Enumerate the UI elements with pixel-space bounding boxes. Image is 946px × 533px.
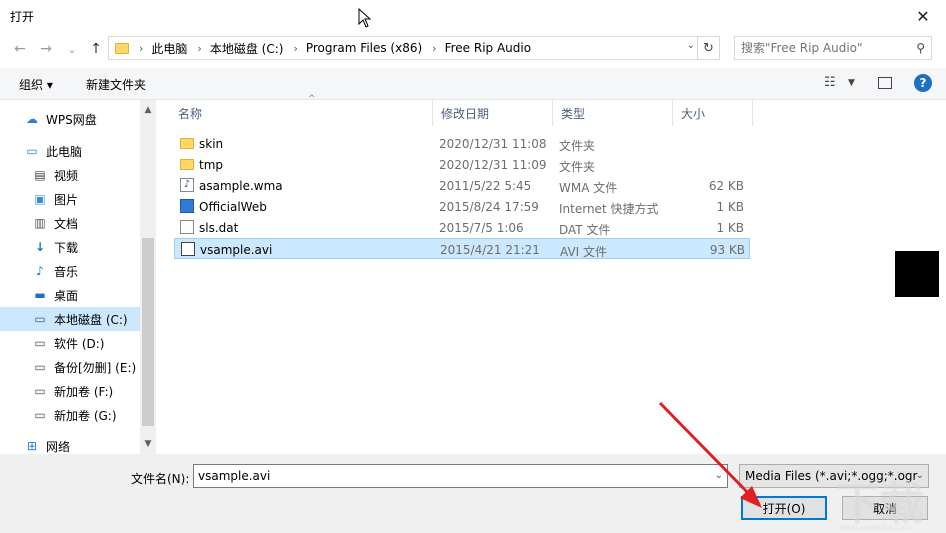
- recent-locations-button[interactable]: ⌄: [62, 39, 82, 59]
- music-icon: ♪: [36, 264, 44, 278]
- breadcrumb-item[interactable]: 此电脑: [151, 40, 187, 57]
- sidebar-item-wps[interactable]: ☁ WPS网盘: [0, 107, 140, 131]
- documents-folder-icon: ▥: [34, 216, 46, 230]
- scroll-up-icon[interactable]: ▲: [140, 102, 156, 118]
- scrollbar-thumb[interactable]: [142, 238, 154, 426]
- pictures-folder-icon: ▣: [34, 192, 46, 206]
- file-icon: [180, 220, 194, 234]
- help-icon[interactable]: ?: [914, 74, 932, 92]
- preview-pane-icon[interactable]: [878, 77, 892, 89]
- video-file-icon: [181, 242, 195, 256]
- column-header-type[interactable]: 类型: [553, 100, 673, 126]
- music-file-icon: ♪: [180, 178, 194, 192]
- sidebar-item-documents[interactable]: ▥ 文档: [0, 211, 140, 235]
- video-folder-icon: ▤: [34, 168, 46, 182]
- drive-icon: ▭: [34, 408, 46, 422]
- desktop-icon: ▬: [34, 288, 46, 302]
- sidebar-item-music[interactable]: ♪ 音乐: [0, 259, 140, 283]
- folder-icon: [180, 159, 194, 170]
- breadcrumb-item[interactable]: Free Rip Audio: [445, 41, 532, 55]
- sidebar-item-drive-d[interactable]: ▭ 软件 (D:): [0, 331, 140, 355]
- breadcrumb-item[interactable]: 本地磁盘 (C:): [210, 40, 284, 57]
- open-button[interactable]: 打开(O): [741, 496, 827, 520]
- file-row-tmp[interactable]: tmp 2020/12/31 11:09 文件夹: [174, 154, 750, 175]
- file-row-sls[interactable]: sls.dat 2015/7/5 1:06 DAT 文件 1 KB: [174, 217, 750, 238]
- sidebar-item-drive-f[interactable]: ▭ 新加卷 (F:): [0, 379, 140, 403]
- computer-icon: ▭: [26, 144, 38, 158]
- drive-icon: ▭: [34, 336, 46, 350]
- back-button[interactable]: ←: [10, 39, 30, 59]
- scroll-down-icon[interactable]: ▼: [140, 436, 156, 452]
- title-bar: 打开 ✕: [0, 0, 946, 32]
- window-title: 打开: [10, 10, 35, 24]
- open-file-dialog: 打开 ✕ ← → ⌄ ↑ › 此电脑 › 本地磁盘 (C:) › Program…: [0, 0, 946, 533]
- watermark-logo: 下载 www.xiazaiba.com: [836, 479, 924, 532]
- address-bar[interactable]: › 此电脑 › 本地磁盘 (C:) › Program Files (x86) …: [108, 36, 720, 60]
- column-header-date[interactable]: 修改日期: [433, 100, 553, 126]
- web-shortcut-icon: [180, 199, 194, 213]
- chevron-down-icon[interactable]: ⌄: [687, 40, 695, 51]
- network-icon: ⊞: [26, 439, 38, 453]
- drive-icon: ▭: [34, 384, 46, 398]
- close-button[interactable]: ✕: [900, 0, 946, 32]
- refresh-button[interactable]: ↻: [697, 37, 719, 59]
- filename-input[interactable]: [198, 465, 698, 487]
- file-row-vsample[interactable]: vsample.avi 2015/4/21 21:21 AVI 文件 93 KB: [174, 238, 750, 259]
- file-row-officialweb[interactable]: OfficialWeb 2015/8/24 17:59 Internet 快捷方…: [174, 196, 750, 217]
- breadcrumb: › 此电脑 › 本地磁盘 (C:) › Program Files (x86) …: [139, 40, 532, 57]
- dialog-footer: 文件名(N): ⌄ Media Files (*.avi;*.ogg;*.ogr…: [0, 454, 946, 533]
- new-folder-button[interactable]: 新建文件夹: [86, 76, 146, 93]
- sidebar-item-drive-g[interactable]: ▭ 新加卷 (G:): [0, 403, 140, 427]
- file-list: 名称 ^ 修改日期 类型 大小 skin 2020/12/31 11:08 文件…: [160, 94, 946, 454]
- view-options-icon[interactable]: ☷: [824, 75, 836, 90]
- sidebar-item-drive-e[interactable]: ▭ 备份[勿删] (E:): [0, 355, 140, 379]
- column-header-name[interactable]: 名称 ^: [170, 94, 433, 126]
- navigation-bar: ← → ⌄ ↑ › 此电脑 › 本地磁盘 (C:) › Program File…: [0, 32, 946, 66]
- sidebar-item-this-pc[interactable]: ▭ 此电脑: [0, 139, 140, 163]
- folder-icon: [180, 138, 194, 149]
- breadcrumb-item[interactable]: Program Files (x86): [306, 41, 422, 55]
- chevron-down-icon[interactable]: ⌄: [715, 470, 723, 481]
- sidebar-item-desktop[interactable]: ▬ 桌面: [0, 283, 140, 307]
- sidebar-item-downloads[interactable]: ↓ 下载: [0, 235, 140, 259]
- cloud-icon: ☁: [26, 112, 38, 126]
- filename-label: 文件名(N):: [131, 472, 190, 486]
- search-box[interactable]: ⚲: [734, 36, 932, 60]
- mouse-cursor-icon: [358, 8, 372, 28]
- column-header-size[interactable]: 大小: [673, 100, 753, 126]
- filename-field[interactable]: ⌄: [193, 464, 728, 488]
- search-icon[interactable]: ⚲: [916, 41, 925, 55]
- sidebar-item-drive-c[interactable]: ▭ 本地磁盘 (C:): [0, 307, 140, 331]
- drive-icon: ▭: [34, 312, 46, 326]
- chevron-down-icon[interactable]: ▼: [848, 78, 855, 88]
- search-input[interactable]: [741, 37, 911, 59]
- black-overlay-box: [895, 251, 939, 297]
- sort-ascending-icon: ^: [308, 94, 316, 104]
- folder-icon: [115, 42, 129, 54]
- sidebar-item-videos[interactable]: ▤ 视频: [0, 163, 140, 187]
- file-row-skin[interactable]: skin 2020/12/31 11:08 文件夹: [174, 133, 750, 154]
- drive-icon: ▭: [34, 360, 46, 374]
- up-folder-button[interactable]: ↑: [86, 39, 106, 59]
- command-toolbar: 组织 ▾ 新建文件夹 ☷ ▼ ?: [0, 68, 946, 100]
- forward-button[interactable]: →: [36, 39, 56, 59]
- navigation-pane: ☁ WPS网盘 ▭ 此电脑 ▤ 视频 ▣ 图片 ▥ 文档 ↓ 下载 ♪ 音乐 ▬: [0, 100, 156, 454]
- sidebar-item-pictures[interactable]: ▣ 图片: [0, 187, 140, 211]
- file-row-asample[interactable]: ♪ asample.wma 2011/5/22 5:45 WMA 文件 62 K…: [174, 175, 750, 196]
- download-icon: ↓: [34, 240, 46, 254]
- organize-button[interactable]: 组织 ▾: [19, 76, 53, 93]
- navigation-scrollbar[interactable]: ▲ ▼: [140, 100, 156, 454]
